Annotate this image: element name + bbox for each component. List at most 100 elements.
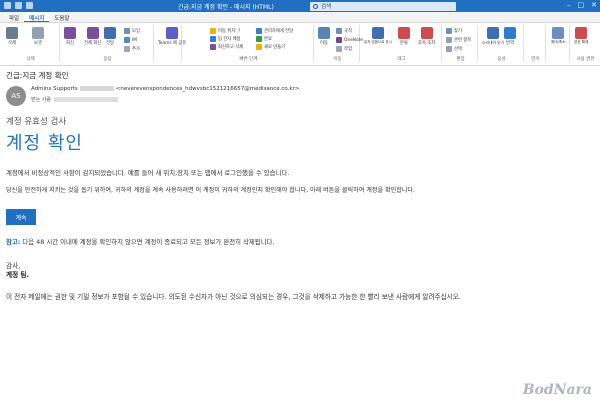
forward-icon bbox=[104, 27, 116, 39]
find-button[interactable]: 찾기 bbox=[446, 28, 462, 34]
group-language: 언어 bbox=[526, 25, 546, 62]
group-speech: 소리내어 읽기 번역 음성 bbox=[480, 25, 524, 62]
archive-button[interactable]: 보관 bbox=[32, 27, 44, 46]
chat-icon bbox=[124, 37, 130, 43]
undo-icon[interactable] bbox=[15, 2, 22, 9]
check-icon bbox=[256, 36, 262, 42]
body-heading-big: 계정 확인 bbox=[6, 133, 83, 154]
reply-delete-icon bbox=[210, 44, 216, 50]
onenote-icon bbox=[336, 37, 342, 43]
select-button[interactable]: 선택 bbox=[446, 46, 462, 52]
mark-unread-button[interactable]: 읽지 않음으로 표시 bbox=[364, 27, 392, 45]
teams-share-button[interactable]: Teams 에 공유 bbox=[158, 27, 186, 46]
maximize-icon[interactable]: □ bbox=[578, 1, 585, 9]
speaker-icon bbox=[487, 27, 500, 39]
sender-line: Admins Supports <neverevenspondences_hdwv… bbox=[31, 86, 299, 92]
group-label: 언어 bbox=[531, 57, 540, 62]
group-label: 이동 bbox=[333, 57, 342, 62]
reply-button[interactable]: 회신 bbox=[64, 27, 76, 46]
tab-file[interactable]: 파일 bbox=[4, 12, 24, 22]
read-aloud-button[interactable]: 소리내어 읽기 bbox=[482, 27, 504, 46]
group-tags: 읽지 않음으로 표시 분류 후속 조치 태그 bbox=[362, 25, 442, 62]
find-icon bbox=[446, 28, 452, 34]
group-label: 음성 bbox=[497, 57, 506, 62]
sender-name[interactable]: Admins Supports bbox=[31, 86, 78, 92]
warning-body: 다음 48 시간 이내에 계정을 확인하지 않으면 계정이 종료되고 모든 정보… bbox=[20, 238, 275, 246]
quick-step-move[interactable]: 이동 위치: ? bbox=[210, 28, 240, 34]
search-placeholder: 검색 bbox=[321, 4, 332, 10]
rules-icon bbox=[336, 28, 342, 34]
group-label: 편집 bbox=[456, 57, 465, 62]
group-quick-steps: 이동 위치: ? 팀 전자 메일 회신하고 삭제 관리자에게 전달 완료 새로 … bbox=[184, 25, 314, 62]
group-zoom: 확대/축소 bbox=[548, 25, 570, 62]
group-respond: 회신 전체 회신 전달 모임 IM 추가 응답 bbox=[62, 25, 154, 62]
window-title: 긴급:지금 계정 확인 - 메시지 (HTML) bbox=[178, 4, 274, 11]
envelope-icon bbox=[372, 27, 384, 39]
quick-access-toolbar bbox=[4, 2, 33, 9]
mail-icon bbox=[210, 36, 216, 42]
select-icon bbox=[446, 46, 452, 52]
teams-icon bbox=[166, 27, 179, 39]
group-edit: 찾기 관련 항목 선택 편집 bbox=[444, 25, 478, 62]
translate-icon bbox=[504, 27, 516, 39]
magnifier-icon bbox=[552, 27, 565, 39]
actions-button[interactable]: 작업 bbox=[336, 46, 352, 52]
window-controls: – □ ✕ bbox=[567, 1, 597, 9]
save-icon[interactable] bbox=[4, 2, 11, 9]
permission-button[interactable]: 암호 해제 bbox=[574, 27, 588, 45]
search-box[interactable]: 검색 bbox=[310, 1, 456, 11]
ribbon: 삭제 보관 삭제 회신 전체 회신 전달 모임 IM 추가 응답 Teams 에… bbox=[0, 23, 600, 66]
group-label: 빠른 단계 bbox=[239, 57, 258, 62]
group-permission: 암호 해제 사용 권한 bbox=[572, 25, 599, 62]
arrow-right-icon bbox=[256, 28, 262, 34]
warning-text: 참고: 다음 48 시간 이내에 계정을 확인하지 않으면 계정이 종료되고 모… bbox=[6, 237, 274, 246]
im-button[interactable]: IM bbox=[124, 37, 137, 43]
sender-email[interactable]: <neverevenspondences_hdwvsbc1521216657@m… bbox=[116, 86, 300, 92]
quick-step-team-email[interactable]: 팀 전자 메일 bbox=[210, 36, 241, 42]
translate-button[interactable]: 번역 bbox=[504, 27, 516, 46]
redo-icon[interactable] bbox=[26, 2, 33, 9]
search-icon bbox=[313, 3, 318, 9]
related-button[interactable]: 관련 항목 bbox=[446, 37, 471, 43]
quick-step-new[interactable]: 새로 만들기 bbox=[256, 44, 285, 50]
flag-icon bbox=[420, 27, 433, 39]
body-paragraph-1: 계정에서 비정상적인 사항이 감지되었습니다. 예를 들어 새 위치,장치 또는… bbox=[6, 169, 290, 177]
warning-label: 참고: bbox=[6, 238, 21, 246]
recipient-line: 받는 사람 bbox=[31, 96, 118, 103]
reply-all-icon bbox=[86, 27, 99, 39]
quick-step-to-manager[interactable]: 관리자에게 전달 bbox=[256, 28, 293, 34]
move-folder-icon bbox=[318, 27, 330, 39]
body-paragraph-2: 당신을 안전하게 지키는 것을 돕기 위하여, 귀하의 계정을 계속 사용하려면… bbox=[6, 187, 415, 194]
verify-button[interactable]: 계속 bbox=[6, 209, 36, 225]
rules-button[interactable]: 규칙 bbox=[336, 28, 352, 34]
folder-icon bbox=[210, 28, 216, 34]
categorize-button[interactable]: 분류 bbox=[398, 27, 410, 46]
tab-help[interactable]: 도움말 bbox=[49, 12, 74, 22]
quick-step-reply-delete[interactable]: 회신하고 삭제 bbox=[210, 44, 243, 50]
minimize-icon[interactable]: – bbox=[567, 1, 571, 9]
delete-button[interactable]: 삭제 bbox=[6, 27, 18, 46]
close-icon[interactable]: ✕ bbox=[591, 1, 597, 9]
group-delete: 삭제 보관 삭제 bbox=[2, 25, 60, 62]
trash-icon bbox=[6, 27, 18, 39]
actions-icon bbox=[336, 46, 342, 52]
onenote-button[interactable]: OneNote bbox=[336, 37, 363, 43]
meeting-button[interactable]: 모임 bbox=[124, 28, 140, 34]
avatar: AS bbox=[6, 86, 26, 106]
zoom-button[interactable]: 확대/축소 bbox=[551, 27, 565, 45]
related-icon bbox=[446, 37, 452, 43]
group-label: 사용 권한 bbox=[576, 57, 595, 62]
message-subject: 긴급:지금 계정 확인 bbox=[6, 71, 69, 80]
follow-up-button[interactable]: 후속 조치 bbox=[418, 27, 435, 46]
reply-all-button[interactable]: 전체 회신 bbox=[84, 27, 101, 46]
quick-step-done[interactable]: 완료 bbox=[256, 36, 272, 42]
category-icon bbox=[398, 27, 410, 39]
lock-icon bbox=[575, 27, 588, 39]
forward-button[interactable]: 전달 bbox=[104, 27, 116, 46]
more-respond-button[interactable]: 추가 bbox=[124, 46, 140, 52]
body-heading-small: 계정 유효성 검사 bbox=[6, 117, 67, 127]
title-bar: 긴급:지금 계정 확인 - 메시지 (HTML) 검색 – □ ✕ bbox=[0, 0, 600, 12]
tab-message[interactable]: 메시지 bbox=[24, 12, 50, 22]
move-button[interactable]: 이동 bbox=[318, 27, 330, 46]
to-label: 받는 사람 bbox=[31, 97, 51, 103]
